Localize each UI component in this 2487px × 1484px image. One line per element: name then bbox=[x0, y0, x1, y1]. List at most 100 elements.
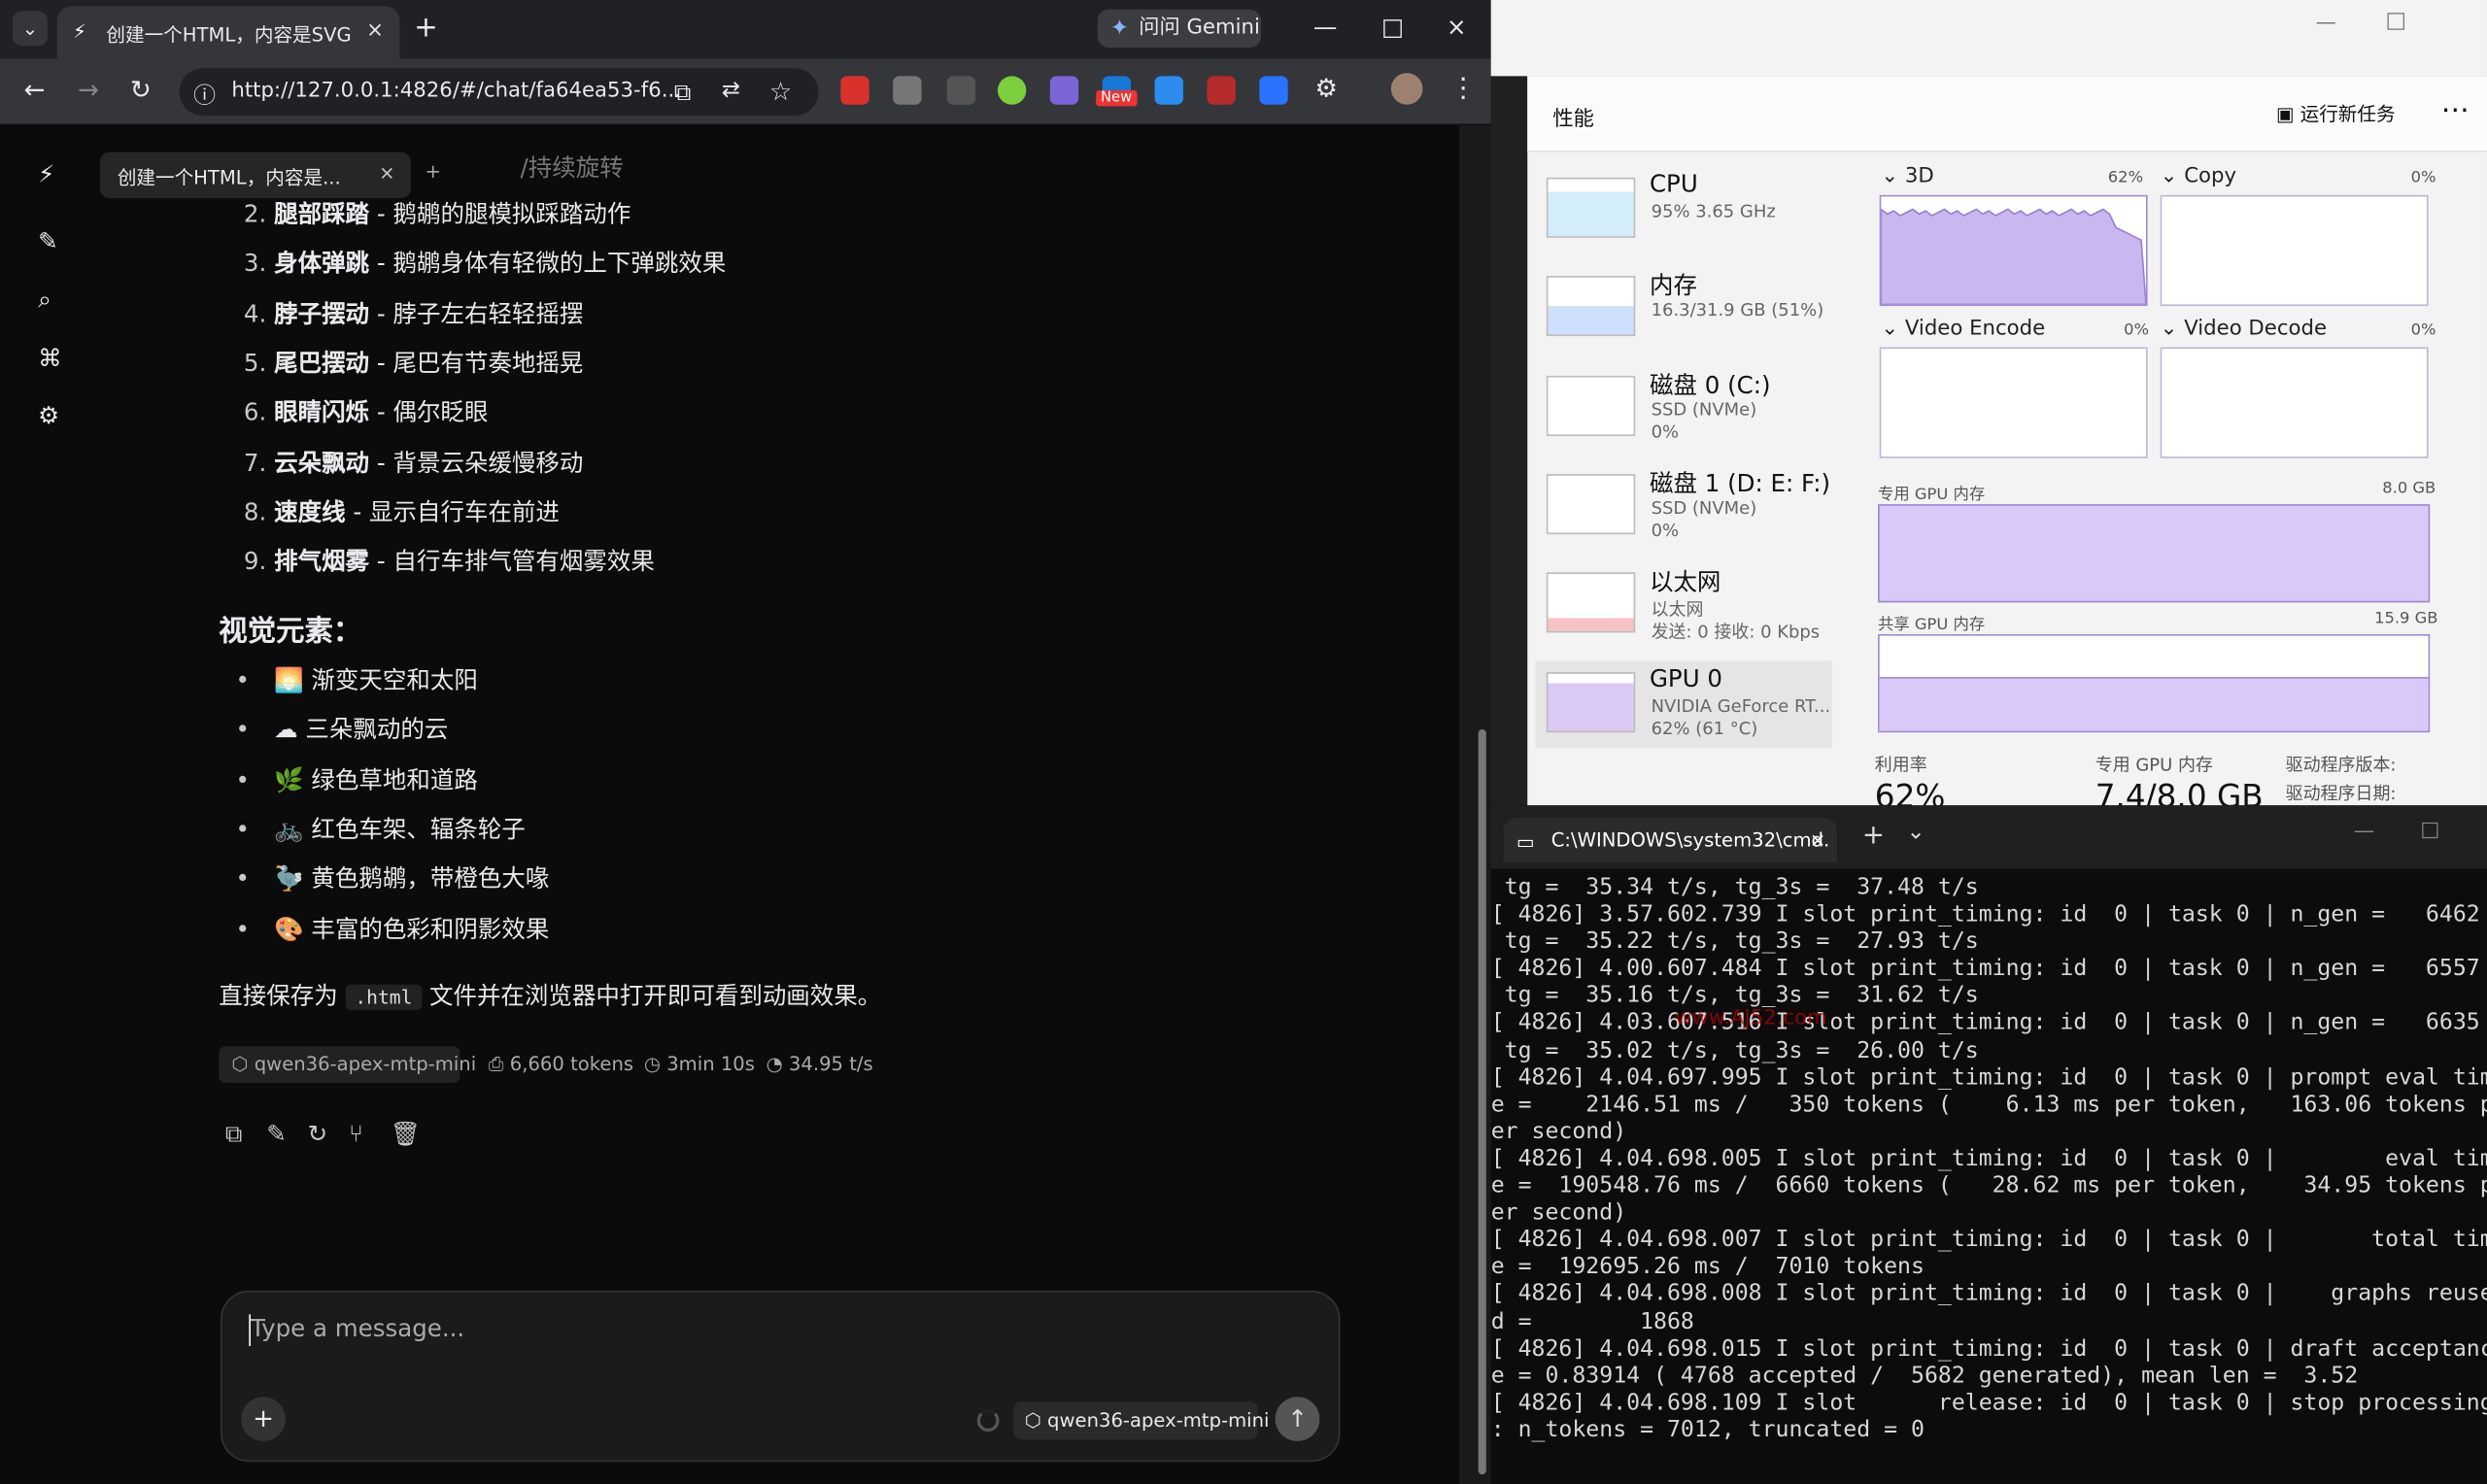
dedicated-memory-graph bbox=[1878, 504, 2431, 603]
numbered-list-item: 5. 尾巴摆动 - 尾巴有节奏地摇晃 bbox=[219, 344, 583, 382]
list-bold-text: 身体弹跳 bbox=[274, 249, 370, 279]
numbered-list-item: 4. 脖子摆动 - 脖子左右轻轻摇摆 bbox=[219, 294, 583, 332]
forward-icon[interactable]: → bbox=[78, 75, 99, 105]
perf-item-2[interactable]: 磁盘 0 (C:) SSD (NVMe) 0% bbox=[1535, 364, 1831, 452]
site-info-icon[interactable]: ⓘ bbox=[193, 80, 216, 112]
terminal-title: C:\WINDOWS\system32\cmd. bbox=[1550, 828, 1830, 852]
address-bar[interactable]: ⓘ http://127.0.0.1:4826/#/chat/fa64ea53-… bbox=[179, 68, 819, 117]
numbered-list-item: 7. 云朵飘动 - 背景云朵缓慢移动 bbox=[219, 443, 583, 481]
chevron-down-icon[interactable]: ⌄ bbox=[1906, 820, 1925, 845]
list-number: 9. bbox=[243, 547, 267, 576]
translate-icon[interactable]: ⇄ bbox=[722, 78, 740, 103]
model-pill: ⬡ qwen36-apex-mtp-mini bbox=[219, 1046, 476, 1083]
browser-tab[interactable]: ⚡ 创建一个HTML，内容是SVG绘 × bbox=[56, 6, 400, 59]
terminal-tab[interactable]: ▭ C:\WINDOWS\system32\cmd. × bbox=[1503, 818, 1837, 863]
tag-icon[interactable]: ⌘ bbox=[38, 346, 63, 371]
plus-icon[interactable]: + bbox=[1862, 820, 1885, 852]
numbered-list-item: 9. 排气烟雾 - 自行车排气管有烟雾效果 bbox=[219, 542, 655, 580]
perf-item-4[interactable]: 以太网 以太网 发送: 0 接收: 0 Kbps bbox=[1535, 561, 1831, 649]
globe-extension-icon[interactable] bbox=[997, 76, 1027, 105]
shared-memory-graph bbox=[1878, 633, 2431, 733]
visual-list-item: • 🚲 红色车架、辐条轮子 bbox=[219, 810, 526, 848]
bullet-icon: • bbox=[235, 665, 251, 695]
gear-icon[interactable]: ⚙ bbox=[38, 403, 63, 428]
drop-icon[interactable] bbox=[1049, 76, 1079, 105]
back-icon[interactable]: ← bbox=[23, 75, 45, 105]
robot-icon[interactable] bbox=[1154, 76, 1183, 105]
perf-item-1[interactable]: 内存 16.3/31.9 GB (51%) bbox=[1535, 265, 1831, 353]
tab-list-icon[interactable]: ⌄ bbox=[13, 11, 48, 47]
model-selector[interactable]: ⬡ qwen36-apex-mtp-mini bbox=[1013, 1401, 1269, 1440]
maximize-icon[interactable]: □ bbox=[1381, 13, 1404, 41]
list-bold-text: 脖子摆动 bbox=[274, 298, 370, 328]
clipboard-icon[interactable] bbox=[946, 76, 976, 105]
perf-item-detail: 16.3/31.9 GB (51%) bbox=[1651, 300, 1824, 321]
plus-icon[interactable]: + bbox=[414, 11, 438, 44]
speed-value: 34.95 t/s bbox=[788, 1052, 873, 1075]
maximize-icon[interactable]: □ bbox=[2386, 8, 2407, 33]
perf-item-name: 磁盘 1 (D: E: F:) bbox=[1649, 469, 1831, 498]
minimize-icon[interactable]: — bbox=[2354, 820, 2374, 843]
list-text: - 脖子左右轻轻摇摆 bbox=[369, 298, 584, 328]
list-number: 8. bbox=[243, 497, 267, 526]
cut-off-text: /持续旋转 bbox=[520, 153, 624, 183]
chevron-down-icon: ⌄ bbox=[2160, 317, 2185, 341]
close-icon[interactable]: × bbox=[379, 162, 394, 185]
edit-icon[interactable]: ✎ bbox=[266, 1120, 287, 1148]
list-text: - 尾巴有节奏地摇晃 bbox=[369, 348, 584, 378]
gpu-video-decode-label: ⌄ Video Decode bbox=[2160, 317, 2328, 341]
bullet-icon: • bbox=[235, 764, 251, 794]
app-logo-icon[interactable]: ⚡ bbox=[38, 162, 63, 187]
regenerate-icon[interactable]: ↻ bbox=[308, 1120, 328, 1148]
add-attachment-button[interactable]: + bbox=[241, 1397, 286, 1441]
gemini-icon: ✦ bbox=[1109, 16, 1130, 42]
close-icon[interactable]: × bbox=[366, 19, 384, 43]
minimize-icon[interactable]: — bbox=[2316, 11, 2336, 34]
search-icon[interactable]: ⌕ bbox=[38, 287, 63, 312]
perf-item-status: 0% bbox=[1651, 520, 1680, 541]
game-icon[interactable] bbox=[1207, 76, 1236, 105]
menu-icon[interactable]: ⋮ bbox=[1449, 73, 1477, 105]
list-bold-text: 眼睛闪烁 bbox=[274, 398, 370, 427]
adblock-icon[interactable] bbox=[840, 76, 869, 105]
perf-item-5[interactable]: GPU 0 NVIDIA GeForce RT... 62% (61 °C) bbox=[1535, 659, 1832, 748]
scroll-thumb[interactable] bbox=[1478, 728, 1486, 1475]
star-icon[interactable]: ☆ bbox=[769, 76, 792, 106]
shared-memory-total: 15.9 GB bbox=[2374, 610, 2438, 628]
gpu-copy-percent: 0% bbox=[2410, 169, 2436, 187]
perf-item-name: 以太网 bbox=[1649, 567, 1721, 597]
run-new-task-button[interactable]: ▣ 运行新任务 bbox=[2276, 100, 2396, 127]
visual-item-text: 渐变天空和太阳 bbox=[311, 665, 478, 695]
reload-icon[interactable]: ↻ bbox=[130, 75, 152, 105]
perf-item-0[interactable]: CPU 95% 3.65 GHz bbox=[1535, 166, 1831, 253]
puzzle-icon[interactable]: ⚙ bbox=[1314, 73, 1337, 103]
close-window-icon[interactable]: × bbox=[1447, 13, 1467, 41]
perf-item-3[interactable]: 磁盘 1 (D: E: F:) SSD (NVMe) 0% bbox=[1535, 463, 1831, 551]
tab-title: 创建一个HTML，内容是SVG绘 bbox=[106, 23, 353, 47]
send-icon[interactable]: ↑ bbox=[1275, 1397, 1320, 1441]
message-input-box[interactable]: Type a message... + ⬡ qwen36-apex-mtp-mi… bbox=[220, 1290, 1341, 1463]
edit-icon[interactable]: ✎ bbox=[38, 228, 63, 253]
close-icon[interactable]: × bbox=[1810, 818, 1825, 862]
perf-item-detail: SSD (NVMe) bbox=[1651, 497, 1757, 519]
branch-icon[interactable]: ⑂ bbox=[349, 1120, 363, 1148]
speed: ◔ 34.95 t/s bbox=[767, 1053, 873, 1075]
maximize-icon[interactable]: □ bbox=[2420, 818, 2439, 841]
task-manager-title-bar: — □ bbox=[1490, 0, 2487, 77]
copy-icon[interactable]: ⧉ bbox=[225, 1120, 242, 1148]
minimize-icon[interactable]: — bbox=[1313, 13, 1337, 41]
run-new-task-label: 运行新任务 bbox=[2300, 103, 2396, 125]
extension-icon[interactable] bbox=[893, 76, 922, 105]
tab-tooltip: 创建一个HTML，内容是... × + bbox=[99, 152, 441, 199]
plus-icon[interactable]: + bbox=[426, 160, 441, 183]
message-placeholder[interactable]: Type a message... bbox=[251, 1314, 464, 1342]
avatar[interactable] bbox=[1390, 73, 1423, 105]
grid-icon[interactable] bbox=[1259, 76, 1288, 105]
delete-icon[interactable]: 🗑 bbox=[391, 1120, 421, 1148]
perf-mini-graph bbox=[1546, 671, 1636, 732]
browser-window: ⌄ ⚡ 创建一个HTML，内容是SVG绘 × + ✦ 问问 Gemini — □ … bbox=[0, 0, 1491, 1484]
more-icon[interactable]: ⋯ bbox=[2441, 93, 2470, 126]
install-icon[interactable]: ⧉ bbox=[674, 78, 691, 106]
ask-gemini-button[interactable]: ✦ 问问 Gemini bbox=[1097, 9, 1261, 48]
driver-date-label: 驱动程序日期: bbox=[2285, 783, 2397, 804]
